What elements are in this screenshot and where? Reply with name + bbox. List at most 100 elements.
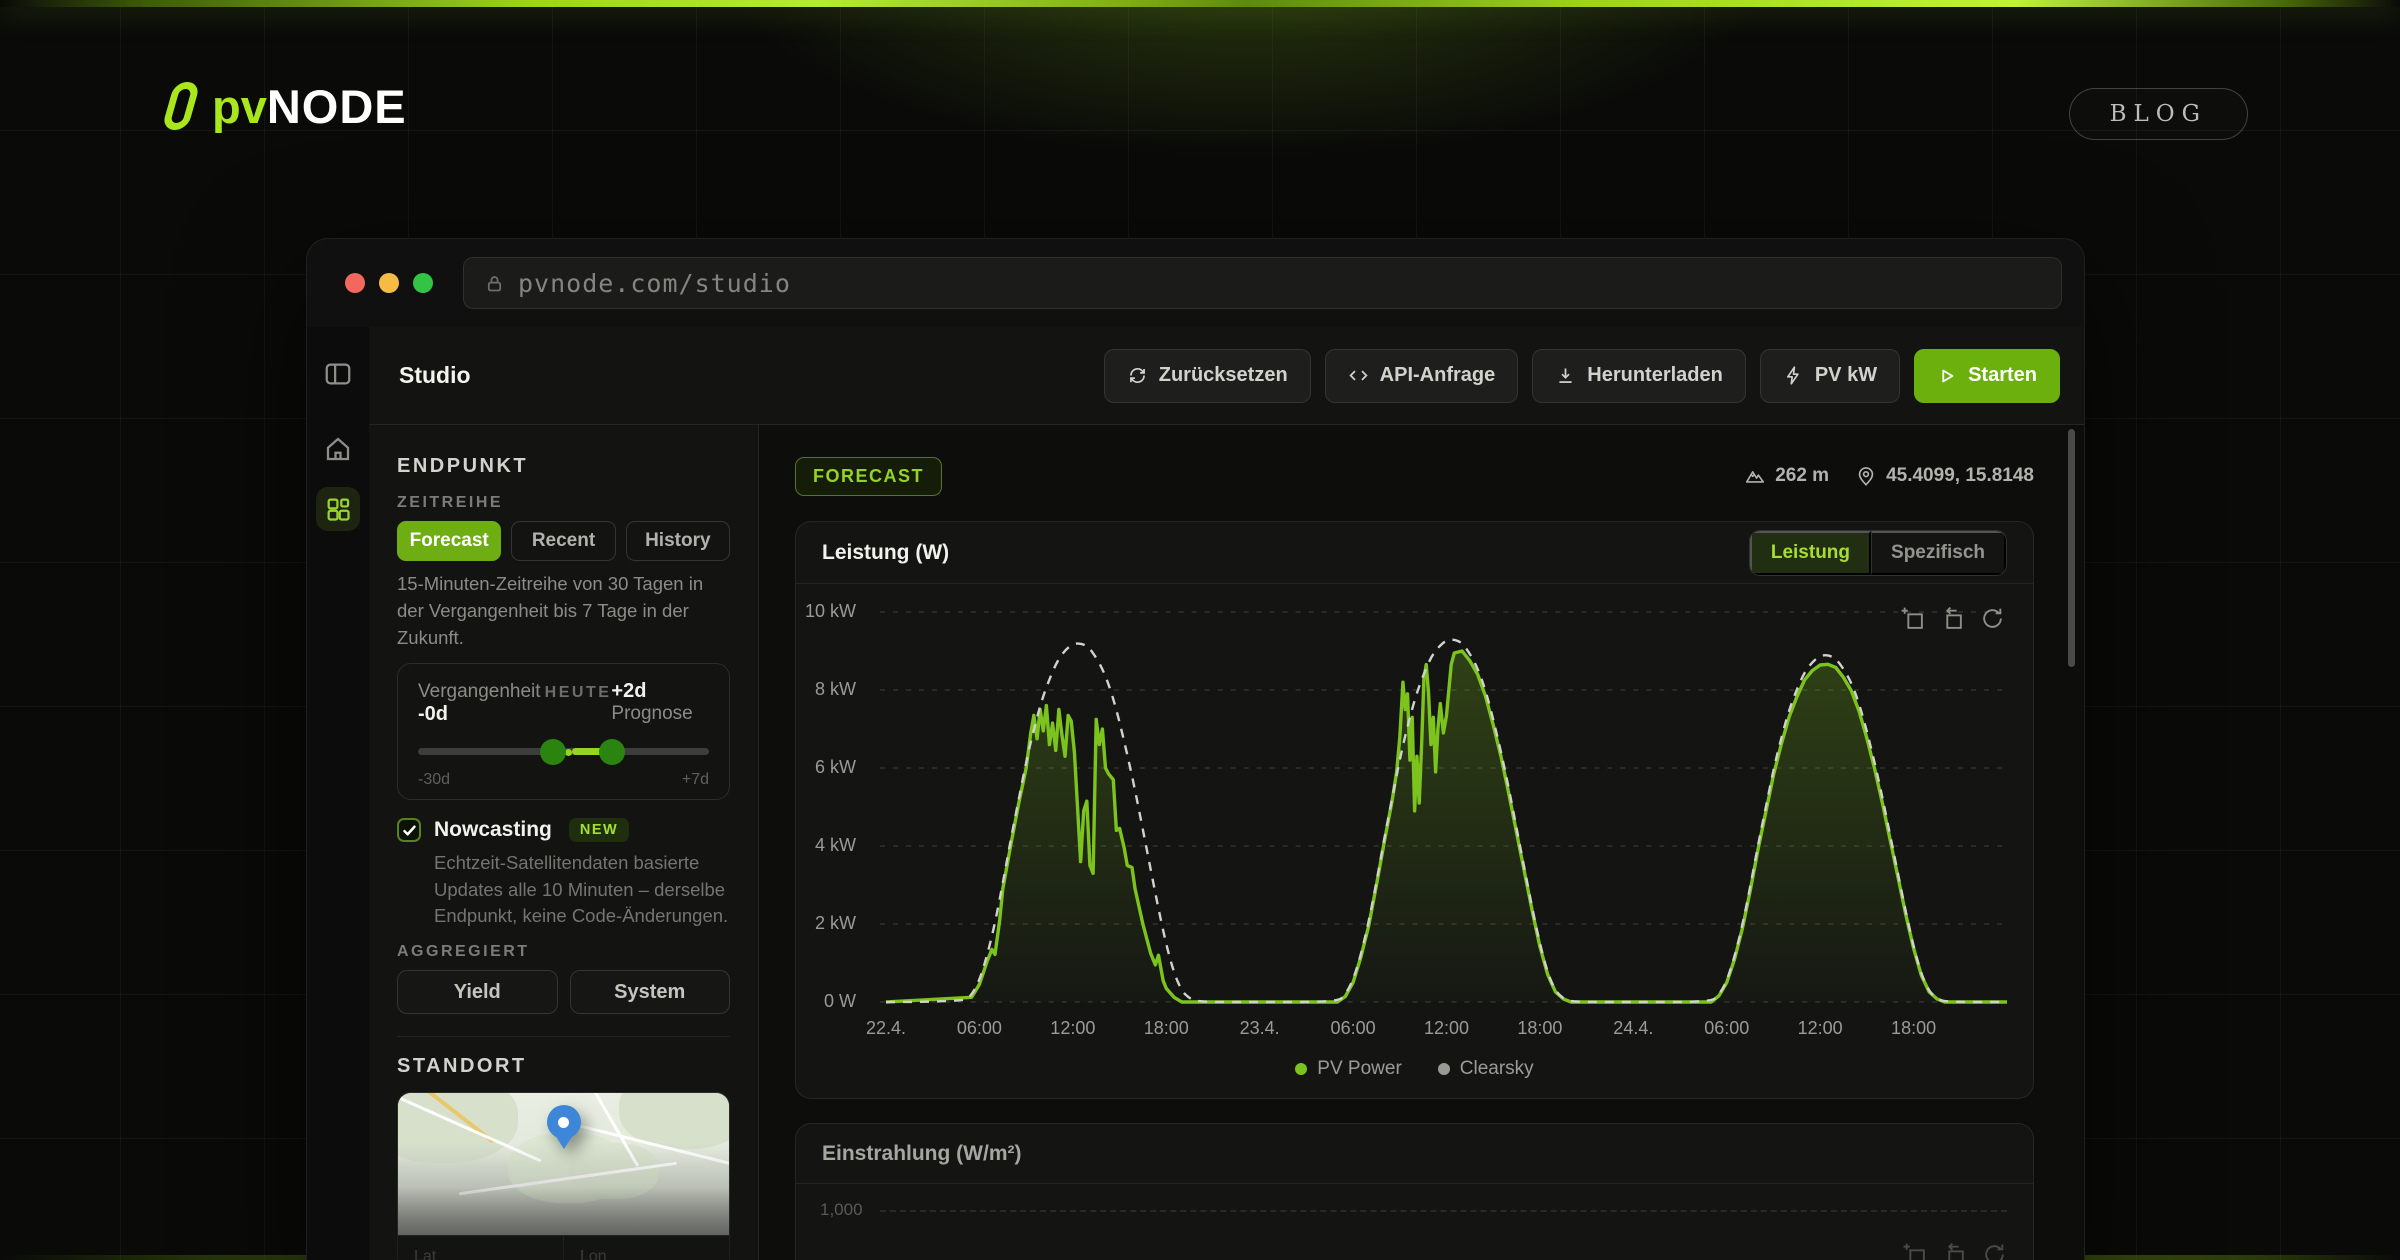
lon-label: Lon: [580, 1248, 713, 1260]
segment-recent[interactable]: Recent: [511, 521, 615, 561]
legend-item[interactable]: Clearsky: [1438, 1058, 1534, 1080]
power-plot-zone: 0 W2 kW4 kW6 kW8 kW10 kW: [796, 602, 2007, 1012]
download-button[interactable]: Herunterladen: [1532, 349, 1746, 403]
api-request-button-label: API-Anfrage: [1380, 364, 1496, 387]
reset-axes-icon[interactable]: [1942, 1242, 1967, 1260]
zoom-box-icon[interactable]: [1902, 1242, 1927, 1260]
check-icon: [402, 823, 417, 838]
x-tick-label: 18:00: [1891, 1018, 1936, 1039]
minimize-window-icon[interactable]: [379, 273, 399, 293]
aggregate-yield-button[interactable]: Yield: [397, 970, 558, 1014]
coordinates-value: 45.4099, 15.8148: [1886, 465, 2034, 487]
irradiance-chart-card: Einstrahlung (W/m²) 1,000: [795, 1123, 2034, 1260]
url-bar[interactable]: pvnode.com/studio: [463, 257, 2062, 309]
top-accent-strip: [0, 0, 2400, 7]
past-value: -0d: [418, 703, 448, 725]
plot-toolbar: [1900, 606, 2005, 631]
map-pin-icon: [547, 1105, 581, 1139]
maximize-window-icon[interactable]: [413, 273, 433, 293]
reset-axes-icon[interactable]: [1940, 606, 1965, 631]
irradiance-ytick: 1,000: [820, 1200, 863, 1220]
brand-node: node: [267, 80, 407, 133]
power-plot[interactable]: [880, 602, 2007, 1012]
sidebar: ENDPUNKT ZEITREIHE Forecast Recent Histo…: [369, 425, 759, 1260]
nowcasting-checkbox[interactable]: [397, 818, 421, 842]
studio-blocks-icon[interactable]: [316, 487, 360, 531]
time-range-panel: Vergangenheit -0d HEUTE +2d Prognose: [397, 663, 730, 800]
legend-item[interactable]: PV Power: [1295, 1058, 1401, 1080]
power-chart-title: Leistung (W): [822, 541, 949, 565]
scrollbar-thumb[interactable]: [2068, 429, 2075, 667]
slider-min-label: -30d: [418, 771, 450, 789]
time-range-slider[interactable]: [418, 739, 709, 765]
legend-dot-icon: [1438, 1063, 1450, 1075]
legend-label: Clearsky: [1460, 1058, 1534, 1080]
slider-end-handle[interactable]: [599, 739, 625, 765]
x-tick-label: 06:00: [1331, 1018, 1376, 1039]
nowcasting-section: Nowcasting NEW Echtzeit-Satellitendaten …: [397, 818, 730, 929]
y-tick-label: 6 kW: [815, 757, 856, 778]
irradiance-gridline: [880, 1210, 2007, 1212]
timeseries-segments: Forecast Recent History: [397, 521, 730, 561]
location-section-title: STANDORT: [397, 1055, 730, 1078]
toggle-leistung[interactable]: Leistung: [1750, 531, 1871, 575]
url-text: pvnode.com/studio: [518, 269, 791, 298]
x-tick-label: 06:00: [1704, 1018, 1749, 1039]
x-axis-labels: 22.4.06:0012:0018:0023.4.06:0012:0018:00…: [880, 1018, 2007, 1048]
zoom-box-icon[interactable]: [1900, 606, 1925, 631]
elevation-meta: 262 m: [1744, 465, 1829, 487]
elevation-value: 262 m: [1775, 465, 1829, 487]
x-tick-label: 22.4.: [866, 1018, 906, 1039]
segment-history[interactable]: History: [626, 521, 730, 561]
brand-logo-text: pvnode: [212, 83, 407, 130]
brand-logo[interactable]: pvnode: [168, 82, 407, 130]
power-chart-card: Leistung (W) Leistung Spezifisch 0 W2 kW…: [795, 521, 2034, 1099]
start-button[interactable]: Starten: [1914, 349, 2060, 403]
reset-button[interactable]: Zurücksetzen: [1104, 349, 1311, 403]
aggregate-options: Yield System: [397, 970, 730, 1014]
pv-kw-button[interactable]: PV kW: [1760, 349, 1900, 403]
lat-label: Lat: [414, 1248, 547, 1260]
brand-pv: pv: [212, 80, 267, 133]
x-tick-label: 12:00: [1798, 1018, 1843, 1039]
refresh-icon[interactable]: [1980, 606, 2005, 631]
api-request-button[interactable]: API-Anfrage: [1325, 349, 1519, 403]
forecast-badge: FORECAST: [795, 457, 942, 496]
blog-button[interactable]: BLOG: [2069, 88, 2248, 140]
close-window-icon[interactable]: [345, 273, 365, 293]
main-panel: FORECAST 262 m 45.4099, 15.8148: [759, 425, 2084, 1260]
y-tick-label: 4 kW: [815, 835, 856, 856]
traffic-lights: [345, 273, 433, 293]
browser-chrome: pvnode.com/studio: [307, 239, 2084, 327]
x-tick-label: 23.4.: [1240, 1018, 1280, 1039]
home-icon[interactable]: [323, 434, 353, 469]
past-label: Vergangenheit -0d: [418, 681, 545, 726]
code-icon: [1348, 365, 1369, 386]
sidebar-divider: [397, 1036, 730, 1037]
brand-logo-icon: [161, 82, 200, 131]
download-button-label: Herunterladen: [1587, 364, 1723, 387]
x-tick-label: 24.4.: [1613, 1018, 1653, 1039]
lat-field[interactable]: Lat 45.40989: [398, 1236, 563, 1260]
coordinates-meta: 45.4099, 15.8148: [1855, 465, 2034, 487]
segment-forecast[interactable]: Forecast: [397, 521, 501, 561]
future-label: +2d Prognose: [611, 680, 709, 725]
lon-field[interactable]: Lon 15.81482: [563, 1236, 729, 1260]
aggregate-system-button[interactable]: System: [570, 970, 731, 1014]
sidebar-toggle-icon[interactable]: [323, 359, 353, 394]
location-map[interactable]: [398, 1093, 729, 1235]
y-tick-label: 0 W: [824, 991, 856, 1012]
slider-start-handle[interactable]: [540, 739, 566, 765]
nowcasting-label[interactable]: Nowcasting: [434, 818, 552, 842]
power-chart-toggle: Leistung Spezifisch: [1749, 530, 2007, 576]
toggle-spezifisch[interactable]: Spezifisch: [1871, 531, 2006, 575]
timeseries-description: 15-Minuten-Zeitreihe von 30 Tagen in der…: [397, 571, 730, 651]
x-tick-label: 18:00: [1144, 1018, 1189, 1039]
timeseries-label: ZEITREIHE: [397, 494, 730, 512]
reset-icon: [1127, 365, 1148, 386]
y-tick-label: 10 kW: [805, 601, 856, 622]
x-tick-label: 18:00: [1517, 1018, 1562, 1039]
location-meta: 262 m 45.4099, 15.8148: [1744, 465, 2034, 487]
future-value: +2d: [611, 680, 646, 702]
refresh-icon[interactable]: [1982, 1242, 2007, 1260]
